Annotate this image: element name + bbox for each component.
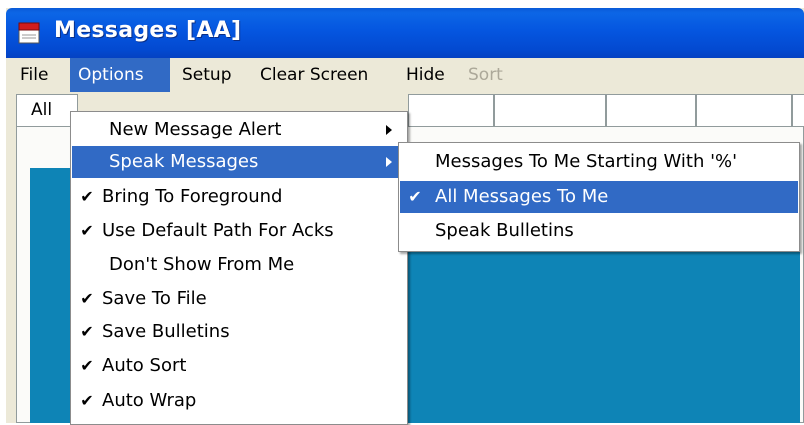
tab-blank-5[interactable]: [792, 94, 804, 126]
tab-all[interactable]: All: [16, 94, 78, 126]
speak-messages-submenu: Messages To Me Starting With '%' ✔ All M…: [398, 142, 800, 252]
check-icon: ✔: [80, 322, 94, 341]
check-icon: ✔: [80, 221, 94, 240]
menu-setup[interactable]: Setup: [176, 58, 237, 92]
window-title: Messages [AA]: [54, 18, 242, 43]
menu-hide[interactable]: Hide: [400, 58, 451, 92]
menu-item-auto-sort[interactable]: ✔ Auto Sort: [72, 350, 406, 382]
menu-item-speak-messages[interactable]: Speak Messages: [72, 146, 406, 178]
tab-blank-3[interactable]: [606, 94, 696, 126]
tab-blank-4[interactable]: [696, 94, 792, 126]
submenu-arrow-icon: [386, 125, 392, 135]
menu-item-bring-to-foreground[interactable]: ✔ Bring To Foreground: [72, 181, 406, 213]
menu-item-auto-wrap[interactable]: ✔ Auto Wrap: [72, 385, 406, 417]
title-bar[interactable]: Messages [AA]: [6, 8, 804, 58]
check-icon: ✔: [80, 289, 94, 308]
menu-bar: File Options Setup Clear Screen Hide Sor…: [6, 58, 804, 92]
menu-item-use-default-path[interactable]: ✔ Use Default Path For Acks: [72, 215, 406, 247]
submenu-arrow-icon: [386, 157, 392, 167]
submenu-item-all-messages-to-me[interactable]: ✔ All Messages To Me: [400, 181, 798, 213]
submenu-item-speak-bulletins[interactable]: Speak Bulletins: [400, 215, 798, 247]
tab-blank-2[interactable]: [494, 94, 606, 126]
check-icon: ✔: [80, 187, 94, 206]
menu-item-save-to-file[interactable]: ✔ Save To File: [72, 283, 406, 315]
menu-options[interactable]: Options: [70, 58, 170, 92]
menu-item-new-message-alert[interactable]: New Message Alert: [72, 114, 406, 146]
options-dropdown: New Message Alert Speak Messages ✔ Bring…: [70, 111, 408, 425]
menu-item-dont-show-from-me[interactable]: Don't Show From Me: [72, 249, 406, 281]
menu-clear-screen[interactable]: Clear Screen: [254, 58, 374, 92]
check-icon: ✔: [408, 187, 422, 206]
check-icon: ✔: [80, 356, 94, 375]
submenu-item-messages-starting-with[interactable]: Messages To Me Starting With '%': [400, 146, 798, 178]
check-icon: ✔: [80, 391, 94, 410]
tab-all-label: All: [31, 100, 53, 120]
menu-item-save-bulletins[interactable]: ✔ Save Bulletins: [72, 316, 406, 348]
menu-file[interactable]: File: [14, 58, 54, 92]
tab-blank-1[interactable]: [408, 94, 494, 126]
menu-sort: Sort: [468, 65, 503, 85]
notepad-red-icon: [18, 22, 40, 44]
